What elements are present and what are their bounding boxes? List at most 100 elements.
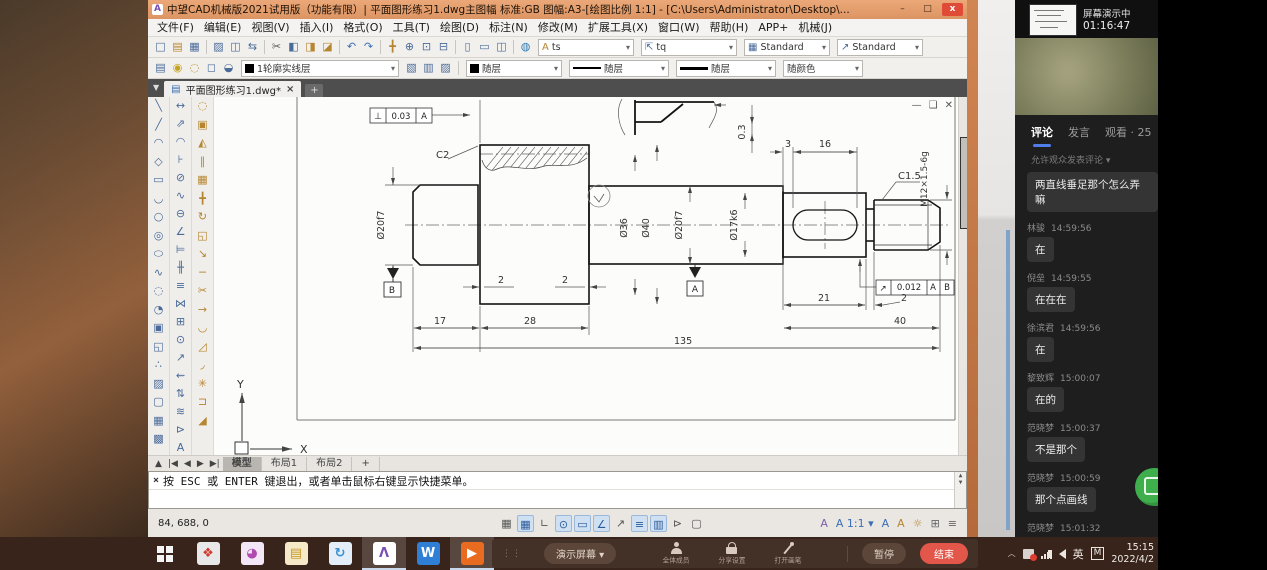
mirror-icon[interactable]: ◭: [193, 134, 212, 153]
pause-share-button[interactable]: 暂停: [862, 543, 906, 564]
menu-绘图(D)[interactable]: 绘图(D): [435, 20, 484, 36]
paste-icon[interactable]: ◨: [302, 39, 319, 55]
zoom-realtime-icon[interactable]: ⊕: [401, 39, 418, 55]
render-icon[interactable]: ◍: [517, 39, 534, 55]
fullscreen-icon[interactable]: ⊞: [929, 515, 942, 532]
leader-icon[interactable]: ↗: [171, 349, 190, 367]
tab-layout2[interactable]: 布局2: [307, 457, 352, 471]
center-mark-icon[interactable]: ⊙: [171, 331, 190, 349]
fillet-icon[interactable]: ◞: [193, 356, 212, 375]
autoscale-icon[interactable]: A: [895, 515, 907, 532]
arc-icon[interactable]: ◡: [149, 190, 168, 209]
tab-comments[interactable]: 评论: [1031, 124, 1053, 140]
ellipse-icon[interactable]: ⬭: [149, 245, 168, 264]
share-screen-menu-button[interactable]: 演示屏幕 ▾: [544, 543, 616, 564]
layer-freeze-icon[interactable]: ◌: [186, 60, 203, 76]
language-indicator[interactable]: 英: [1073, 546, 1084, 562]
pan-icon[interactable]: ╋: [384, 39, 401, 55]
erase-icon[interactable]: ◌: [193, 97, 212, 116]
dim-jogged-icon[interactable]: ∿: [171, 187, 190, 205]
taskbar-app-slides[interactable]: ▶: [450, 537, 494, 570]
join-icon[interactable]: ⊐: [193, 393, 212, 412]
dim-style-combo[interactable]: ⇱ tq▾: [641, 39, 737, 56]
mdi-close-button[interactable]: ✕: [945, 101, 953, 111]
menu-视图(V)[interactable]: 视图(V): [246, 20, 294, 36]
layout-nav-▶|[interactable]: ▶|: [207, 459, 223, 469]
menu-APP+[interactable]: APP+: [753, 20, 793, 36]
screenshare-thumbnail[interactable]: [1029, 4, 1077, 36]
block-icon[interactable]: ▣: [149, 319, 168, 338]
annotate-button[interactable]: 打开画笔: [767, 542, 809, 566]
explode-icon[interactable]: ✳: [193, 375, 212, 394]
extend-icon[interactable]: →: [193, 301, 212, 320]
spline-icon[interactable]: ∿: [149, 264, 168, 283]
layout-nav-|◀[interactable]: |◀: [165, 459, 181, 469]
close-button[interactable]: x: [942, 3, 963, 16]
dim-edit-icon[interactable]: ⇅: [171, 385, 190, 403]
document-tab[interactable]: ▤ 平面图形练习1.dwg* ×: [164, 81, 301, 97]
rotate-icon[interactable]: ↻: [193, 208, 212, 227]
copy-obj-icon[interactable]: ▣: [193, 116, 212, 135]
end-share-button[interactable]: 结束: [920, 543, 968, 564]
region-icon[interactable]: ▢: [149, 393, 168, 412]
quickprop-toggle[interactable]: ▥: [650, 515, 667, 532]
menu-机械(J)[interactable]: 机械(J): [793, 20, 837, 36]
layer-properties-icon[interactable]: ▤: [152, 60, 169, 76]
taskbar-app-explorer[interactable]: ▤: [274, 537, 318, 570]
layer-state-icon[interactable]: ▥: [420, 60, 437, 76]
menu-帮助(H)[interactable]: 帮助(H): [705, 20, 754, 36]
layer-combo[interactable]: 1轮廓实线层▾: [241, 60, 399, 77]
command-line-panel[interactable]: × 按 ESC 或 ENTER 键退出，或者单击鼠标右键显示快捷菜单。 ▲ ▼: [148, 471, 967, 509]
stretch-icon[interactable]: ↘: [193, 245, 212, 264]
break-icon[interactable]: ◡: [193, 319, 212, 338]
share-settings-button[interactable]: 分享设置: [711, 542, 753, 566]
annovis-icon[interactable]: A: [880, 515, 892, 532]
command-close-icon[interactable]: ×: [149, 475, 163, 486]
screenshare-header[interactable]: 屏幕演示中 01:16:47: [1015, 0, 1158, 38]
dim-update-icon[interactable]: ≋: [171, 403, 190, 421]
dim-angular-icon[interactable]: ∠: [171, 223, 190, 241]
layer-plot-icon[interactable]: ◒: [220, 60, 237, 76]
hidden-icons-chevron[interactable]: ︿: [1008, 548, 1016, 559]
taskbar-app-wps[interactable]: W: [406, 537, 450, 570]
dim-ordinate-icon[interactable]: ⊦: [171, 151, 190, 169]
table-icon[interactable]: ▦: [149, 412, 168, 431]
members-button[interactable]: 全体成员: [655, 542, 697, 566]
tab-list-dropdown-icon[interactable]: ▼: [148, 79, 164, 97]
start-button[interactable]: [146, 537, 184, 570]
tab-layout1[interactable]: 布局1: [262, 457, 307, 471]
taskbar-app-zwcad[interactable]: Λ: [362, 537, 406, 570]
dim-spacing-icon[interactable]: ≡: [171, 277, 190, 295]
annotation-icon[interactable]: A: [818, 515, 830, 532]
maximize-button[interactable]: □: [917, 3, 938, 16]
dim-aligned-icon[interactable]: ⇗: [171, 115, 190, 133]
pickbox-toggle[interactable]: ▢: [688, 515, 705, 532]
print-icon[interactable]: ▨: [210, 39, 227, 55]
dim-style-icon[interactable]: ⊳: [171, 421, 190, 439]
chamfer-icon[interactable]: ◿: [193, 338, 212, 357]
move-icon[interactable]: ╋: [193, 190, 212, 209]
zoom-previous-icon[interactable]: ⊟: [435, 39, 452, 55]
circle-icon[interactable]: ○: [149, 208, 168, 227]
color-combo[interactable]: 随层▾: [466, 60, 562, 77]
layer-lock-icon[interactable]: ◻: [203, 60, 220, 76]
array-icon[interactable]: ▦: [193, 171, 212, 190]
menu-工具(T)[interactable]: 工具(T): [388, 20, 435, 36]
preview-icon[interactable]: ◫: [227, 39, 244, 55]
point-icon[interactable]: ∴: [149, 356, 168, 375]
scale-icon[interactable]: ◱: [193, 227, 212, 246]
qleader-icon[interactable]: ⇜: [171, 367, 190, 385]
pline-icon[interactable]: ◠: [149, 134, 168, 153]
mdi-restore-button[interactable]: ❏: [929, 101, 938, 111]
hatch-icon[interactable]: ▨: [149, 375, 168, 394]
menu-标注(N)[interactable]: 标注(N): [484, 20, 533, 36]
polar-toggle[interactable]: ⊙: [555, 515, 572, 532]
rectangle-icon[interactable]: ▭: [149, 171, 168, 190]
annoscale-dropdown[interactable]: A 1:1 ▾: [834, 515, 876, 532]
menu-插入(I)[interactable]: 插入(I): [295, 20, 339, 36]
command-scroll-down-icon[interactable]: ▼: [955, 479, 966, 486]
minimize-button[interactable]: –: [892, 3, 913, 16]
plotstyle-combo[interactable]: 随颜色▾: [783, 60, 863, 77]
revcloud-icon[interactable]: ◌: [149, 282, 168, 301]
tab-viewers[interactable]: 观看 · 25: [1105, 124, 1152, 140]
